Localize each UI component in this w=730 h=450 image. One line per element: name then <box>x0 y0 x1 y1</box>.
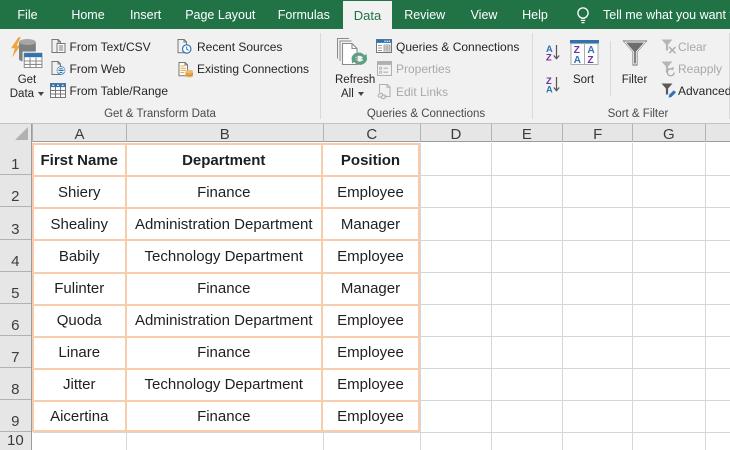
svg-text:Z: Z <box>546 52 552 62</box>
svg-text:A: A <box>573 55 581 66</box>
svg-text:A: A <box>546 84 553 94</box>
svg-text:Z: Z <box>587 55 593 66</box>
